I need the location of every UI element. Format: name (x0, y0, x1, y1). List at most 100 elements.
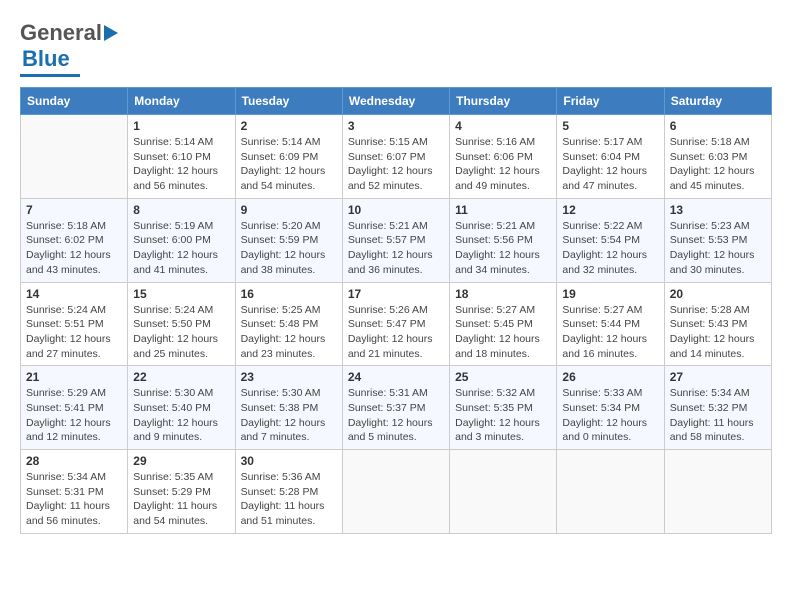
logo-arrow-icon (104, 25, 118, 41)
calendar-cell (557, 450, 664, 534)
weekday-header-row: SundayMondayTuesdayWednesdayThursdayFrid… (21, 88, 772, 115)
day-info: Sunrise: 5:30 AMSunset: 5:38 PMDaylight:… (241, 386, 337, 445)
calendar-cell: 10Sunrise: 5:21 AMSunset: 5:57 PMDayligh… (342, 198, 449, 282)
calendar-cell: 15Sunrise: 5:24 AMSunset: 5:50 PMDayligh… (128, 282, 235, 366)
day-info: Sunrise: 5:30 AMSunset: 5:40 PMDaylight:… (133, 386, 229, 445)
day-info: Sunrise: 5:26 AMSunset: 5:47 PMDaylight:… (348, 303, 444, 362)
day-info: Sunrise: 5:15 AMSunset: 6:07 PMDaylight:… (348, 135, 444, 194)
calendar-cell: 7 Sunrise: 5:18 AMSunset: 6:02 PMDaylight… (21, 198, 128, 282)
week-row-4: 21 Sunrise: 5:29 AMSunset: 5:41 PMDayligh… (21, 366, 772, 450)
calendar-cell: 3 Sunrise: 5:15 AMSunset: 6:07 PMDaylight… (342, 115, 449, 199)
day-info: Sunrise: 5:35 AMSunset: 5:29 PMDaylight:… (133, 470, 229, 529)
day-number: 23 (241, 370, 337, 384)
day-info: Sunrise: 5:16 AMSunset: 6:06 PMDaylight:… (455, 135, 551, 194)
day-number: 5 (562, 119, 658, 133)
week-row-1: 1 Sunrise: 5:14 AMSunset: 6:10 PMDaylight… (21, 115, 772, 199)
calendar-cell (664, 450, 771, 534)
day-info: Sunrise: 5:14 AMSunset: 6:09 PMDaylight:… (241, 135, 337, 194)
day-number: 1 (133, 119, 229, 133)
day-number: 13 (670, 203, 766, 217)
day-info: Sunrise: 5:17 AMSunset: 6:04 PMDaylight:… (562, 135, 658, 194)
logo: General Blue (20, 20, 118, 77)
calendar-cell: 26 Sunrise: 5:33 AMSunset: 5:34 PMDayligh… (557, 366, 664, 450)
calendar-cell: 12Sunrise: 5:22 AMSunset: 5:54 PMDayligh… (557, 198, 664, 282)
day-number: 2 (241, 119, 337, 133)
day-number: 30 (241, 454, 337, 468)
day-info: Sunrise: 5:36 AMSunset: 5:28 PMDaylight:… (241, 470, 337, 529)
day-number: 28 (26, 454, 122, 468)
day-info: Sunrise: 5:25 AMSunset: 5:48 PMDaylight:… (241, 303, 337, 362)
logo-general: General (20, 20, 102, 46)
day-number: 26 (562, 370, 658, 384)
calendar-cell (21, 115, 128, 199)
calendar-cell: 13Sunrise: 5:23 AMSunset: 5:53 PMDayligh… (664, 198, 771, 282)
day-info: Sunrise: 5:21 AMSunset: 5:57 PMDaylight:… (348, 219, 444, 278)
calendar-cell (450, 450, 557, 534)
day-info: Sunrise: 5:19 AMSunset: 6:00 PMDaylight:… (133, 219, 229, 278)
day-number: 7 (26, 203, 122, 217)
calendar-cell: 27 Sunrise: 5:34 AMSunset: 5:32 PMDayligh… (664, 366, 771, 450)
day-info: Sunrise: 5:32 AMSunset: 5:35 PMDaylight:… (455, 386, 551, 445)
calendar-cell: 30 Sunrise: 5:36 AMSunset: 5:28 PMDayligh… (235, 450, 342, 534)
calendar-cell: 21 Sunrise: 5:29 AMSunset: 5:41 PMDayligh… (21, 366, 128, 450)
calendar-cell: 23 Sunrise: 5:30 AMSunset: 5:38 PMDayligh… (235, 366, 342, 450)
week-row-5: 28 Sunrise: 5:34 AMSunset: 5:31 PMDayligh… (21, 450, 772, 534)
day-info: Sunrise: 5:27 AMSunset: 5:45 PMDaylight:… (455, 303, 551, 362)
day-info: Sunrise: 5:20 AMSunset: 5:59 PMDaylight:… (241, 219, 337, 278)
calendar-cell: 4 Sunrise: 5:16 AMSunset: 6:06 PMDaylight… (450, 115, 557, 199)
weekday-header-saturday: Saturday (664, 88, 771, 115)
day-number: 21 (26, 370, 122, 384)
day-info: Sunrise: 5:27 AMSunset: 5:44 PMDaylight:… (562, 303, 658, 362)
calendar-cell: 1 Sunrise: 5:14 AMSunset: 6:10 PMDaylight… (128, 115, 235, 199)
calendar-cell: 29 Sunrise: 5:35 AMSunset: 5:29 PMDayligh… (128, 450, 235, 534)
calendar-cell: 22 Sunrise: 5:30 AMSunset: 5:40 PMDayligh… (128, 366, 235, 450)
day-number: 15 (133, 287, 229, 301)
day-number: 19 (562, 287, 658, 301)
week-row-3: 14 Sunrise: 5:24 AMSunset: 5:51 PMDayligh… (21, 282, 772, 366)
day-info: Sunrise: 5:21 AMSunset: 5:56 PMDaylight:… (455, 219, 551, 278)
day-number: 3 (348, 119, 444, 133)
day-number: 24 (348, 370, 444, 384)
day-number: 14 (26, 287, 122, 301)
day-info: Sunrise: 5:14 AMSunset: 6:10 PMDaylight:… (133, 135, 229, 194)
calendar-cell: 17 Sunrise: 5:26 AMSunset: 5:47 PMDayligh… (342, 282, 449, 366)
weekday-header-monday: Monday (128, 88, 235, 115)
day-number: 8 (133, 203, 229, 217)
day-number: 22 (133, 370, 229, 384)
page-header: General Blue (20, 20, 772, 77)
day-info: Sunrise: 5:34 AMSunset: 5:32 PMDaylight:… (670, 386, 766, 445)
weekday-header-tuesday: Tuesday (235, 88, 342, 115)
calendar-table: SundayMondayTuesdayWednesdayThursdayFrid… (20, 87, 772, 534)
calendar-cell: 6Sunrise: 5:18 AMSunset: 6:03 PMDaylight… (664, 115, 771, 199)
day-info: Sunrise: 5:18 AMSunset: 6:02 PMDaylight:… (26, 219, 122, 278)
day-number: 20 (670, 287, 766, 301)
day-info: Sunrise: 5:24 AMSunset: 5:51 PMDaylight:… (26, 303, 122, 362)
calendar-cell: 9 Sunrise: 5:20 AMSunset: 5:59 PMDaylight… (235, 198, 342, 282)
weekday-header-wednesday: Wednesday (342, 88, 449, 115)
day-info: Sunrise: 5:31 AMSunset: 5:37 PMDaylight:… (348, 386, 444, 445)
day-number: 9 (241, 203, 337, 217)
calendar-cell: 14 Sunrise: 5:24 AMSunset: 5:51 PMDayligh… (21, 282, 128, 366)
day-number: 16 (241, 287, 337, 301)
day-number: 6 (670, 119, 766, 133)
day-number: 11 (455, 203, 551, 217)
calendar-cell: 11 Sunrise: 5:21 AMSunset: 5:56 PMDayligh… (450, 198, 557, 282)
day-number: 18 (455, 287, 551, 301)
day-number: 4 (455, 119, 551, 133)
calendar-cell: 8 Sunrise: 5:19 AMSunset: 6:00 PMDaylight… (128, 198, 235, 282)
day-info: Sunrise: 5:28 AMSunset: 5:43 PMDaylight:… (670, 303, 766, 362)
day-number: 29 (133, 454, 229, 468)
weekday-header-friday: Friday (557, 88, 664, 115)
calendar-cell: 19 Sunrise: 5:27 AMSunset: 5:44 PMDayligh… (557, 282, 664, 366)
day-number: 17 (348, 287, 444, 301)
weekday-header-thursday: Thursday (450, 88, 557, 115)
calendar-cell: 5 Sunrise: 5:17 AMSunset: 6:04 PMDaylight… (557, 115, 664, 199)
logo-underline (20, 74, 80, 77)
calendar-cell: 18 Sunrise: 5:27 AMSunset: 5:45 PMDayligh… (450, 282, 557, 366)
day-info: Sunrise: 5:33 AMSunset: 5:34 PMDaylight:… (562, 386, 658, 445)
calendar-cell: 2 Sunrise: 5:14 AMSunset: 6:09 PMDaylight… (235, 115, 342, 199)
day-number: 27 (670, 370, 766, 384)
day-info: Sunrise: 5:29 AMSunset: 5:41 PMDaylight:… (26, 386, 122, 445)
calendar-cell: 25Sunrise: 5:32 AMSunset: 5:35 PMDayligh… (450, 366, 557, 450)
day-info: Sunrise: 5:34 AMSunset: 5:31 PMDaylight:… (26, 470, 122, 529)
